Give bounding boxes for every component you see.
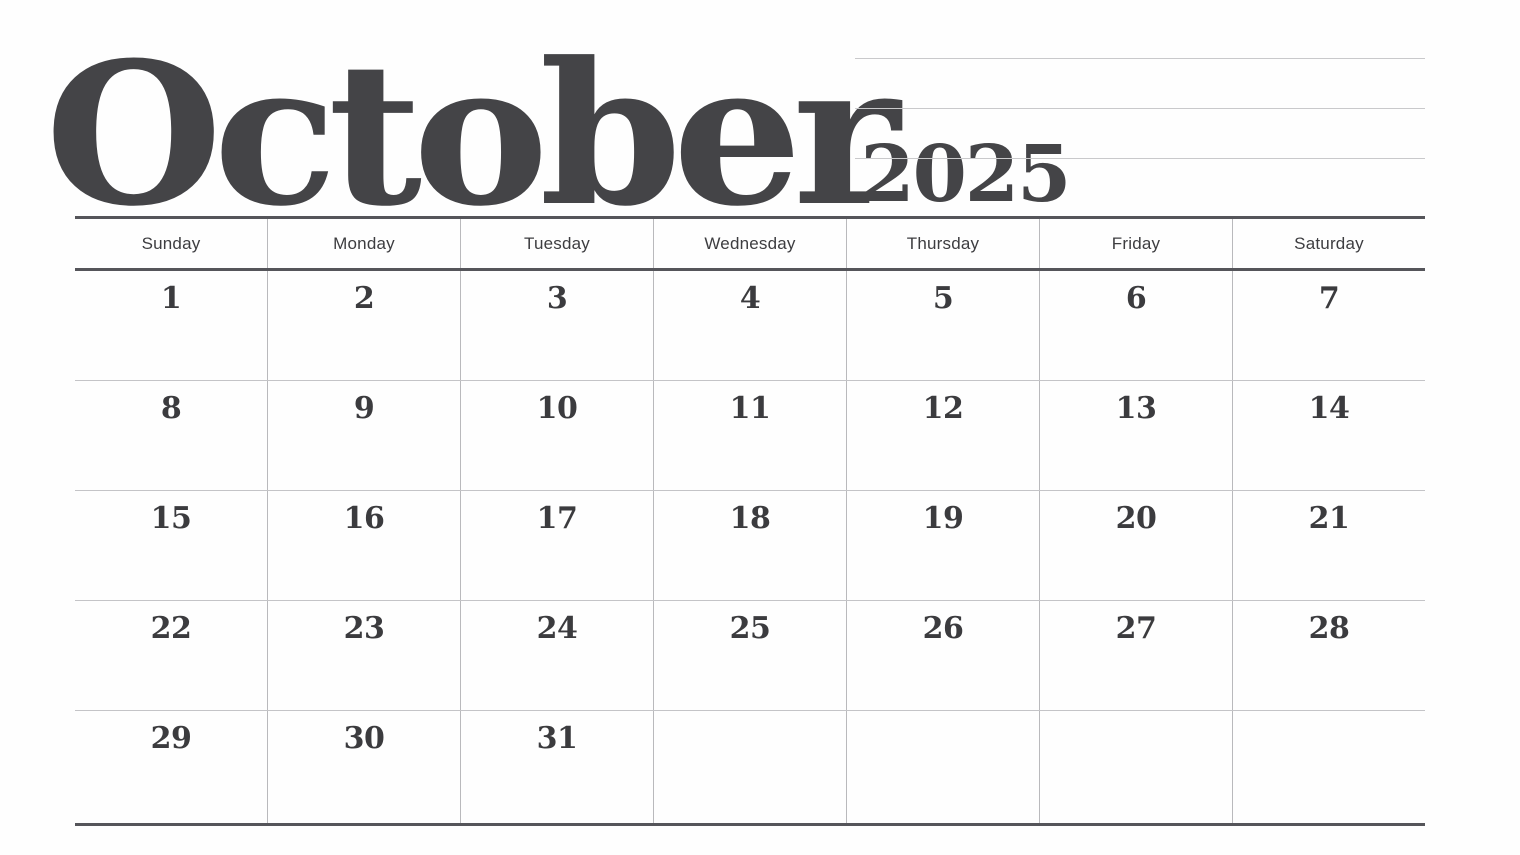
day-cell[interactable]: 16 (267, 491, 460, 600)
weekday-header-saturday: Saturday (1232, 219, 1425, 268)
weekday-header-friday: Friday (1039, 219, 1232, 268)
day-number: 16 (343, 501, 385, 536)
day-cell[interactable]: 19 (846, 491, 1039, 600)
day-cell[interactable]: 1 (75, 271, 267, 380)
day-number: 10 (536, 391, 578, 426)
day-number: 7 (1318, 281, 1340, 316)
month-title: October (45, 20, 900, 251)
day-cell[interactable]: 25 (653, 601, 846, 710)
calendar-grid: Sunday Monday Tuesday Wednesday Thursday… (75, 216, 1425, 826)
weekday-label: Friday (1111, 233, 1161, 253)
weekday-label: Sunday (141, 233, 201, 253)
day-number: 2 (353, 281, 375, 316)
weekday-label: Thursday (906, 233, 980, 253)
day-number: 1 (160, 281, 182, 316)
day-number: 3 (546, 281, 568, 316)
day-cell[interactable]: 15 (75, 491, 267, 600)
week-row: 22 23 24 25 26 27 28 (75, 601, 1425, 711)
week-row: 1 2 3 4 5 6 7 (75, 271, 1425, 381)
day-cell[interactable]: 14 (1232, 381, 1425, 490)
calendar-page: October 2025 Sunday Monday Tuesday Wedne… (0, 0, 1520, 855)
day-cell[interactable] (1039, 711, 1232, 823)
weekday-header-row: Sunday Monday Tuesday Wednesday Thursday… (75, 219, 1425, 268)
day-cell[interactable]: 13 (1039, 381, 1232, 490)
week-row: 8 9 10 11 12 13 14 (75, 381, 1425, 491)
day-number: 25 (729, 611, 771, 646)
note-line[interactable] (855, 58, 1425, 59)
weekday-header-tuesday: Tuesday (460, 219, 653, 268)
day-cell[interactable]: 21 (1232, 491, 1425, 600)
day-number: 22 (150, 611, 192, 646)
day-number: 5 (932, 281, 954, 316)
day-cell[interactable]: 18 (653, 491, 846, 600)
day-cell[interactable] (1232, 711, 1425, 823)
weekday-label: Tuesday (524, 233, 590, 253)
day-number: 14 (1308, 391, 1350, 426)
day-number: 29 (150, 721, 192, 756)
day-cell[interactable]: 9 (267, 381, 460, 490)
day-cell[interactable]: 4 (653, 271, 846, 380)
day-number: 15 (150, 501, 192, 536)
day-number: 19 (922, 501, 964, 536)
masthead: October 2025 (45, 18, 1071, 234)
day-cell[interactable]: 5 (846, 271, 1039, 380)
day-cell[interactable]: 17 (460, 491, 653, 600)
day-number: 12 (922, 391, 964, 426)
day-cell[interactable]: 8 (75, 381, 267, 490)
day-cell[interactable] (653, 711, 846, 823)
day-number: 23 (343, 611, 385, 646)
weekday-label: Wednesday (704, 233, 796, 253)
day-number: 31 (536, 721, 578, 756)
day-cell[interactable]: 6 (1039, 271, 1232, 380)
day-cell[interactable]: 27 (1039, 601, 1232, 710)
day-cell[interactable]: 24 (460, 601, 653, 710)
note-line[interactable] (855, 158, 1425, 159)
weekday-label: Monday (333, 233, 395, 253)
day-cell[interactable]: 28 (1232, 601, 1425, 710)
day-cell[interactable]: 31 (460, 711, 653, 823)
weekday-header-thursday: Thursday (846, 219, 1039, 268)
day-cell[interactable]: 2 (267, 271, 460, 380)
day-cell[interactable]: 7 (1232, 271, 1425, 380)
day-cell[interactable]: 20 (1039, 491, 1232, 600)
day-cell[interactable]: 12 (846, 381, 1039, 490)
day-cell[interactable] (846, 711, 1039, 823)
grid-bottom-rule (75, 823, 1425, 826)
day-number: 18 (729, 501, 771, 536)
day-cell[interactable]: 10 (460, 381, 653, 490)
day-number: 24 (536, 611, 578, 646)
day-cell[interactable]: 26 (846, 601, 1039, 710)
weekday-label: Saturday (1294, 233, 1364, 253)
day-cell[interactable]: 3 (460, 271, 653, 380)
day-number: 21 (1308, 501, 1350, 536)
day-number: 20 (1115, 501, 1157, 536)
day-number: 6 (1125, 281, 1147, 316)
notes-area (855, 0, 1425, 210)
day-number: 13 (1115, 391, 1157, 426)
day-cell[interactable]: 30 (267, 711, 460, 823)
day-number: 9 (353, 391, 375, 426)
note-line[interactable] (855, 108, 1425, 109)
day-cell[interactable]: 23 (267, 601, 460, 710)
day-number: 17 (536, 501, 578, 536)
weekday-header-monday: Monday (267, 219, 460, 268)
day-number: 27 (1115, 611, 1157, 646)
day-number: 30 (343, 721, 385, 756)
day-number: 4 (739, 281, 761, 316)
day-number: 26 (922, 611, 964, 646)
weekday-header-sunday: Sunday (75, 219, 267, 268)
day-number: 8 (160, 391, 182, 426)
week-row: 15 16 17 18 19 20 21 (75, 491, 1425, 601)
day-number: 28 (1308, 611, 1350, 646)
day-cell[interactable]: 29 (75, 711, 267, 823)
day-number: 11 (729, 391, 771, 426)
weekday-header-wednesday: Wednesday (653, 219, 846, 268)
day-cell[interactable]: 11 (653, 381, 846, 490)
day-cell[interactable]: 22 (75, 601, 267, 710)
week-row: 29 30 31 (75, 711, 1425, 823)
